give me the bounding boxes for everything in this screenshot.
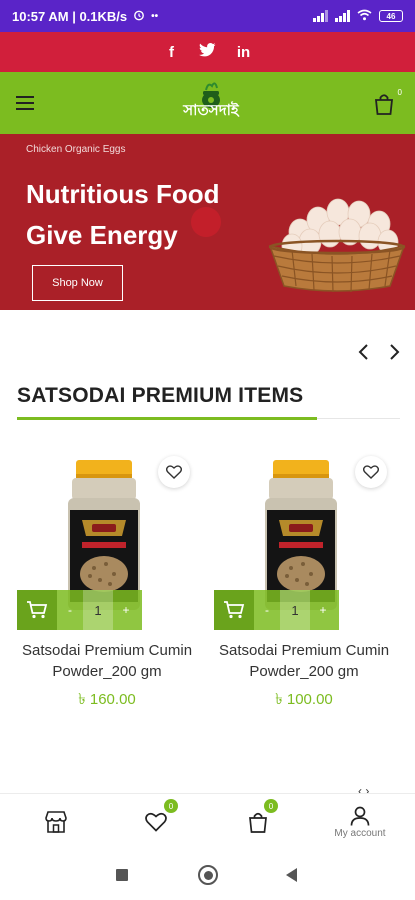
cart-bag-icon bbox=[374, 94, 394, 115]
bottom-nav-shop[interactable] bbox=[16, 794, 96, 850]
site-logo[interactable]: সাতসদাই bbox=[170, 80, 252, 126]
shop-now-button[interactable]: Shop Now bbox=[32, 265, 123, 301]
alarm-icon bbox=[133, 9, 145, 24]
qty-increase-button[interactable]: + bbox=[113, 590, 139, 630]
bottom-nav: 0 0 My account bbox=[0, 793, 415, 849]
wifi-icon bbox=[357, 9, 372, 24]
product-card[interactable]: - 1 + Satsodai Premium Cumin Powder_200 … bbox=[12, 450, 202, 720]
header-cart-count: 0 bbox=[397, 88, 402, 97]
qty-increase-button[interactable]: + bbox=[310, 590, 336, 630]
cart-bag-icon bbox=[249, 812, 267, 833]
home-icon[interactable] bbox=[198, 865, 218, 885]
site-header: সাতসদাই 0 bbox=[0, 72, 415, 134]
add-to-cart-button[interactable] bbox=[214, 590, 254, 630]
chevron-left-icon bbox=[358, 344, 368, 360]
status-bar: 10:57 AM | 0.1KB/s •• 46 bbox=[0, 0, 415, 32]
heart-icon bbox=[166, 465, 182, 479]
product-card[interactable]: - 1 + Satsodai Premium Cumin Powder_200 … bbox=[209, 450, 399, 720]
egg-basket-image bbox=[268, 198, 406, 293]
add-to-cart-button[interactable] bbox=[17, 590, 57, 630]
product-price: ৳ 160.00 bbox=[78, 691, 136, 708]
menu-icon[interactable] bbox=[16, 96, 34, 110]
qty-value[interactable]: 1 bbox=[83, 590, 113, 630]
signal-icon bbox=[313, 10, 328, 22]
system-nav-bar bbox=[0, 849, 415, 900]
product-name[interactable]: Satsodai Premium Cumin Powder_200 gm bbox=[209, 640, 399, 682]
back-icon[interactable] bbox=[286, 868, 297, 882]
linkedin-icon[interactable]: in bbox=[235, 44, 253, 61]
add-to-cart-bar: - 1 + bbox=[17, 590, 142, 630]
section-title: SATSODAI PREMIUM ITEMS bbox=[17, 384, 304, 407]
logo-text: সাতসদাই bbox=[183, 101, 239, 119]
banner-subtitle: Chicken Organic Eggs bbox=[26, 144, 126, 155]
header-cart-button[interactable]: 0 bbox=[373, 88, 402, 116]
chevron-right-icon bbox=[390, 344, 400, 360]
qty-decrease-button[interactable]: - bbox=[254, 590, 280, 630]
user-icon bbox=[350, 806, 370, 826]
cart-icon bbox=[27, 601, 48, 619]
bottom-nav-wishlist[interactable]: 0 bbox=[116, 794, 196, 850]
product-name[interactable]: Satsodai Premium Cumin Powder_200 gm bbox=[12, 640, 202, 682]
product-price: ৳ 100.00 bbox=[275, 691, 333, 708]
more-dots-icon: •• bbox=[151, 10, 159, 22]
cart-count-badge: 0 bbox=[264, 799, 278, 813]
banner-decoration bbox=[191, 207, 221, 237]
bottom-nav-cart[interactable]: 0 bbox=[218, 794, 298, 850]
status-time: 10:57 AM | 0.1KB/s bbox=[12, 8, 128, 24]
carousel-next-button[interactable] bbox=[388, 342, 402, 362]
twitter-icon[interactable] bbox=[199, 43, 217, 61]
add-to-cart-bar: - 1 + bbox=[214, 590, 339, 630]
section-title-underline bbox=[17, 417, 317, 420]
bottom-nav-account[interactable]: My account bbox=[320, 794, 400, 850]
qty-value[interactable]: 1 bbox=[280, 590, 310, 630]
cart-icon bbox=[224, 601, 245, 619]
qty-decrease-button[interactable]: - bbox=[57, 590, 83, 630]
banner-title: Nutritious Food Give Energy bbox=[26, 179, 220, 250]
account-label: My account bbox=[334, 827, 386, 839]
facebook-icon[interactable]: f bbox=[163, 44, 181, 61]
wishlist-count-badge: 0 bbox=[164, 799, 178, 813]
battery-icon: 46 bbox=[379, 10, 403, 22]
hero-banner[interactable]: Chicken Organic Eggs Nutritious Food Giv… bbox=[0, 134, 415, 310]
battery-level: 46 bbox=[386, 11, 396, 21]
heart-icon bbox=[363, 465, 379, 479]
wishlist-button[interactable] bbox=[158, 456, 190, 488]
carousel-prev-button[interactable] bbox=[356, 342, 370, 362]
social-bar: f in bbox=[0, 32, 415, 72]
store-icon bbox=[45, 811, 67, 833]
heart-icon bbox=[145, 812, 167, 832]
wishlist-button[interactable] bbox=[355, 456, 387, 488]
signal-icon-2 bbox=[335, 10, 350, 22]
recents-icon[interactable] bbox=[116, 869, 128, 881]
